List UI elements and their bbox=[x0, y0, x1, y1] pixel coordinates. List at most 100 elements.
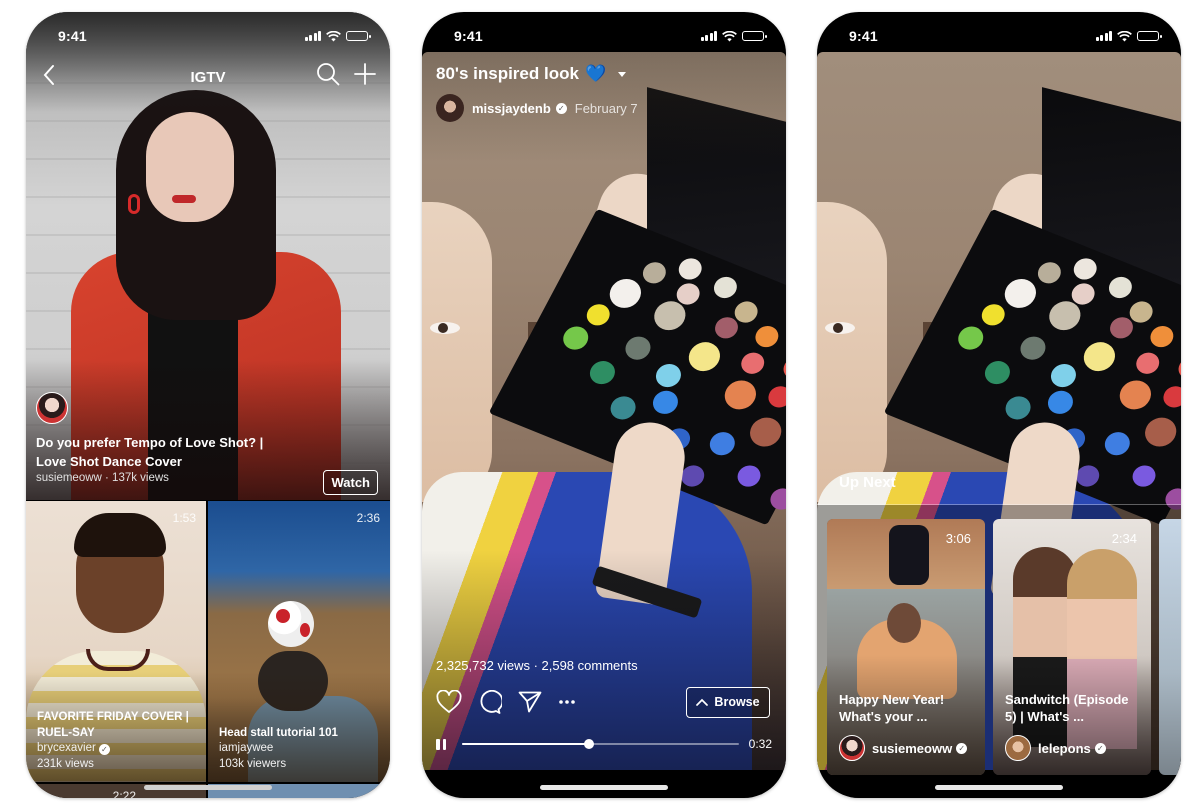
home-indicator[interactable] bbox=[935, 785, 1063, 790]
eyeshadow-pan bbox=[606, 392, 640, 424]
verified-badge-icon: ✓ bbox=[555, 102, 567, 114]
featured-video-info: Do you prefer Tempo of Love Shot? | Love… bbox=[36, 392, 378, 495]
avatar[interactable] bbox=[1005, 735, 1031, 761]
eyeshadow-pan bbox=[1078, 337, 1121, 376]
up-next-shelf[interactable]: 3:06 Happy New Year! What's your ... sus… bbox=[817, 505, 1181, 798]
soccer-ball bbox=[268, 601, 314, 647]
eyeshadow-pan bbox=[1046, 360, 1081, 391]
battery-icon bbox=[346, 31, 371, 41]
eyeshadow-pan bbox=[1016, 332, 1050, 364]
wifi-icon bbox=[1117, 30, 1132, 41]
eyeshadow-pan bbox=[604, 274, 647, 312]
battery-icon bbox=[742, 31, 767, 41]
video-username[interactable]: iamjaywee bbox=[219, 741, 384, 757]
eyeshadow-pan bbox=[744, 413, 786, 452]
progress-thumb[interactable] bbox=[584, 739, 595, 749]
browse-button[interactable]: Browse bbox=[686, 686, 770, 718]
avatar[interactable] bbox=[436, 94, 464, 122]
eyeshadow-pan bbox=[1132, 349, 1164, 377]
more-options-button[interactable] bbox=[558, 699, 576, 705]
eyeshadow-pan bbox=[1128, 462, 1160, 490]
eyeshadow-pan bbox=[737, 349, 769, 377]
username[interactable]: lelepons bbox=[1038, 741, 1091, 756]
eyeshadow-pan bbox=[1146, 322, 1178, 351]
chevron-left-icon[interactable] bbox=[42, 64, 56, 86]
eyeshadow-pan bbox=[1104, 273, 1136, 302]
eyeshadow-pan bbox=[638, 258, 670, 287]
eyeshadow-pan bbox=[1100, 428, 1135, 459]
status-time: 9:41 bbox=[454, 28, 483, 44]
playback-controls: 0:32 bbox=[436, 735, 772, 753]
status-bar: 9:41 bbox=[817, 12, 1181, 54]
video-stats: 2,325,732 views · 2,598 comments bbox=[436, 658, 638, 673]
video-duration: 3:06 bbox=[945, 531, 971, 546]
username[interactable]: missjaydenb bbox=[472, 101, 551, 116]
share-button[interactable] bbox=[518, 691, 542, 713]
status-bar: 9:41 bbox=[422, 12, 786, 54]
up-next-card[interactable]: 2:34 Sandwitch (Episode 5) | What's ... … bbox=[993, 519, 1151, 775]
time-remaining: 0:32 bbox=[748, 737, 772, 751]
video-title: Sandwitch (Episode 5) | What's ... bbox=[1005, 692, 1129, 724]
eyeshadow-pan bbox=[764, 382, 786, 411]
wifi-icon bbox=[326, 30, 341, 41]
comment-icon bbox=[480, 690, 502, 714]
progress-fill bbox=[462, 743, 590, 745]
video-views: 103k viewers bbox=[219, 757, 287, 770]
video-title[interactable]: 80's inspired look 💙 bbox=[436, 64, 638, 84]
avatar[interactable] bbox=[839, 735, 865, 761]
eyeshadow-pan bbox=[674, 255, 706, 283]
video-duration: 2:22 bbox=[112, 789, 136, 798]
pause-icon[interactable] bbox=[436, 738, 446, 750]
verified-badge-icon: ✓ bbox=[956, 742, 968, 754]
more-horizontal-icon bbox=[559, 700, 575, 704]
cellular-signal-icon bbox=[304, 31, 321, 41]
home-indicator[interactable] bbox=[540, 785, 668, 790]
eyeshadow-pan bbox=[583, 300, 614, 329]
eyeshadow-pan bbox=[648, 387, 683, 418]
eyeshadow-pan bbox=[953, 323, 988, 354]
like-button[interactable] bbox=[436, 690, 462, 714]
chevron-up-icon bbox=[696, 698, 709, 706]
video-duration: 2:36 bbox=[356, 511, 380, 525]
video-tile[interactable]: 2:36 Head stall tutorial 101 iamjaywee 1… bbox=[208, 501, 390, 782]
plus-icon[interactable] bbox=[354, 63, 376, 85]
search-icon[interactable] bbox=[316, 62, 340, 86]
video-duration: 2:34 bbox=[1111, 531, 1137, 546]
eyeshadow-pan bbox=[999, 274, 1042, 312]
up-next-card[interactable]: 3:06 Happy New Year! What's your ... sus… bbox=[827, 519, 985, 775]
video-views: 231k views bbox=[37, 757, 94, 770]
battery-icon bbox=[1137, 31, 1162, 41]
page-title: IGTV bbox=[190, 68, 226, 86]
send-icon bbox=[518, 691, 542, 713]
phone-video-player: 9:41 80's inspired look 💙 missjaydenb ✓ … bbox=[422, 12, 786, 798]
progress-slider[interactable] bbox=[462, 739, 739, 749]
eyeshadow-pan bbox=[1114, 375, 1157, 414]
eyeshadow-pan bbox=[1001, 392, 1035, 424]
phone-igtv-home: 9:41 IGTV Do you prefer Tempo of Love Sh… bbox=[26, 12, 390, 798]
watch-button[interactable]: Watch bbox=[323, 470, 378, 495]
verified-badge-icon: ✓ bbox=[98, 744, 110, 755]
divider bbox=[817, 504, 1181, 505]
verified-badge-icon: ✓ bbox=[1094, 742, 1106, 754]
username[interactable]: susiemeoww bbox=[872, 741, 952, 756]
video-title: Happy New Year! What's your ... bbox=[839, 692, 945, 724]
eyeshadow-pan bbox=[1043, 387, 1078, 418]
video-grid: 1:53 FAVORITE FRIDAY COVER | RUEL-SAY br… bbox=[26, 501, 390, 798]
up-next-card[interactable] bbox=[1159, 519, 1181, 775]
eyeshadow-pan bbox=[709, 273, 741, 302]
eyeshadow-pan bbox=[683, 337, 726, 376]
cellular-signal-icon bbox=[1095, 31, 1112, 41]
featured-video-title[interactable]: Do you prefer Tempo of Love Shot? | Love… bbox=[36, 433, 296, 471]
caret-down-icon[interactable] bbox=[618, 71, 627, 77]
blue-heart-emoji: 💙 bbox=[584, 64, 607, 83]
heart-icon bbox=[436, 690, 462, 713]
home-indicator[interactable] bbox=[144, 785, 272, 790]
status-time: 9:41 bbox=[849, 28, 878, 44]
wifi-icon bbox=[722, 30, 737, 41]
eyeshadow-pan bbox=[1069, 255, 1101, 283]
video-username[interactable]: brycexavier bbox=[37, 742, 96, 754]
avatar[interactable] bbox=[36, 392, 68, 424]
comment-button[interactable] bbox=[478, 690, 502, 714]
video-tile[interactable]: 1:53 FAVORITE FRIDAY COVER | RUEL-SAY br… bbox=[26, 501, 206, 782]
eyeshadow-pan bbox=[978, 300, 1009, 329]
